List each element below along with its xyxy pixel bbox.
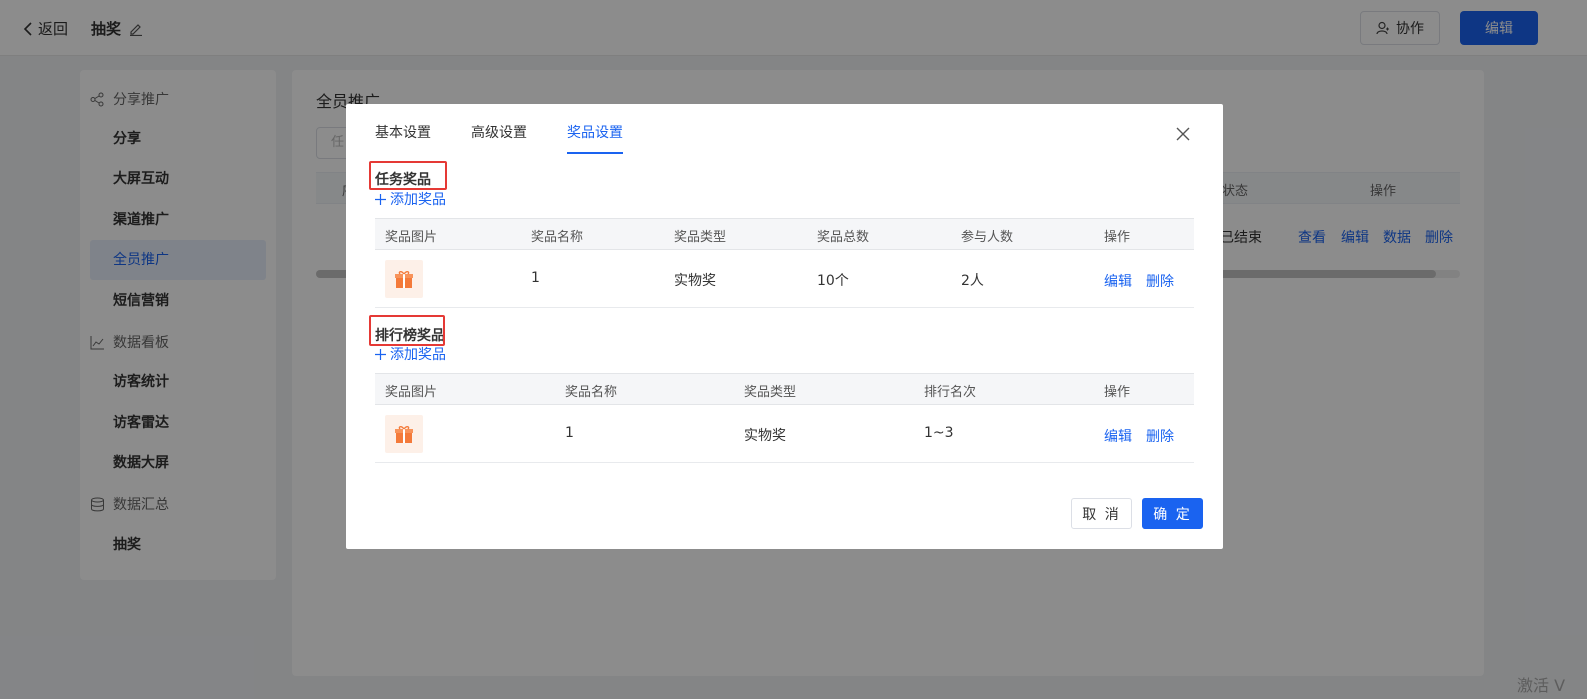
edit-prize-link[interactable]: 编辑 <box>1104 426 1132 446</box>
column-header: 奖品图片 <box>385 385 438 400</box>
prize-rank: 1~3 <box>924 425 954 441</box>
column-header: 操作 <box>1104 230 1131 245</box>
prize-type: 实物奖 <box>674 273 716 289</box>
add-rank-prize-button[interactable]: 添加奖品 <box>375 344 446 364</box>
dialog-tabs: 基本设置 高级设置 奖品设置 <box>375 104 623 154</box>
column-header: 参与人数 <box>961 230 1014 245</box>
close-icon[interactable] <box>1175 126 1191 142</box>
tab-advanced-settings[interactable]: 高级设置 <box>471 104 527 154</box>
prize-name: 1 <box>531 270 540 286</box>
table-header: 奖品图片 奖品名称 奖品类型 排行名次 操作 <box>375 373 1194 405</box>
confirm-button[interactable]: 确 定 <box>1142 498 1203 529</box>
column-header: 奖品名称 <box>531 230 584 245</box>
column-header: 排行名次 <box>924 385 977 400</box>
prize-settings-dialog: 基本设置 高级设置 奖品设置 任务奖品 添加奖品 奖品图片 奖品名称 奖品类型 … <box>346 104 1223 549</box>
rank-prizes-table: 奖品图片 奖品名称 奖品类型 排行名次 操作 1 实物奖 1~3 编辑 删除 <box>375 373 1194 463</box>
table-row: 1 实物奖 10个 2人 编辑 删除 <box>375 250 1194 308</box>
plus-icon <box>375 193 386 205</box>
add-task-prize-button[interactable]: 添加奖品 <box>375 189 446 209</box>
cancel-button[interactable]: 取 消 <box>1071 498 1132 529</box>
prize-image <box>385 260 423 298</box>
column-header: 奖品类型 <box>744 385 797 400</box>
gift-icon <box>395 271 413 288</box>
column-header: 奖品名称 <box>565 385 618 400</box>
column-header: 奖品总数 <box>817 230 870 245</box>
prize-name: 1 <box>565 425 574 441</box>
prize-total: 10个 <box>817 273 849 289</box>
delete-prize-link[interactable]: 删除 <box>1146 271 1174 291</box>
highlight-box <box>369 315 445 346</box>
column-header: 奖品类型 <box>674 230 727 245</box>
column-header: 奖品图片 <box>385 230 438 245</box>
tab-basic-settings[interactable]: 基本设置 <box>375 104 431 154</box>
highlight-box <box>369 161 447 190</box>
delete-prize-link[interactable]: 删除 <box>1146 426 1174 446</box>
table-header: 奖品图片 奖品名称 奖品类型 奖品总数 参与人数 操作 <box>375 218 1194 250</box>
task-prizes-table: 奖品图片 奖品名称 奖品类型 奖品总数 参与人数 操作 1 实物奖 10个 2人… <box>375 218 1194 308</box>
prize-type: 实物奖 <box>744 428 786 444</box>
plus-icon <box>375 348 386 360</box>
edit-prize-link[interactable]: 编辑 <box>1104 271 1132 291</box>
column-header: 操作 <box>1104 385 1131 400</box>
add-prize-label: 添加奖品 <box>390 347 446 363</box>
gift-icon <box>395 426 413 443</box>
prize-image <box>385 415 423 453</box>
prize-participants: 2人 <box>961 273 984 289</box>
tab-prize-settings[interactable]: 奖品设置 <box>567 104 623 154</box>
table-row: 1 实物奖 1~3 编辑 删除 <box>375 405 1194 463</box>
add-prize-label: 添加奖品 <box>390 192 446 208</box>
